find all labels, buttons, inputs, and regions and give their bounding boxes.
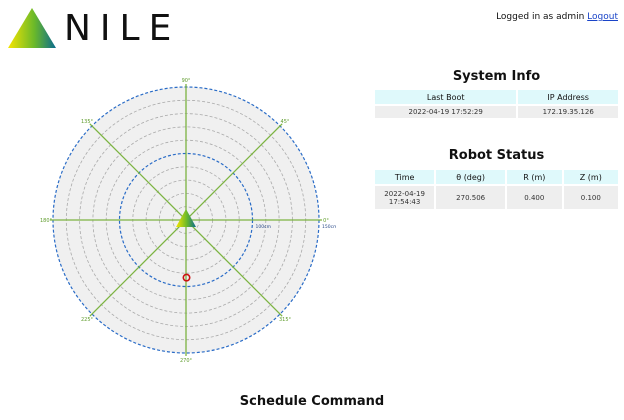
polar-position-chart[interactable]: 0° 45° 90° 135° 180° 225° 270° 315° 150cm 100cm	[36, 70, 336, 370]
theta-value: 270.506	[436, 186, 506, 209]
header-theta: θ (deg)	[436, 170, 506, 184]
system-info-panel: System Info Last Boot IP Address 2022-04…	[373, 69, 620, 120]
nile-logo: NILE	[6, 6, 171, 50]
header-z: Z (m)	[563, 170, 618, 184]
angle-label: 90°	[182, 78, 191, 84]
system-info-title: System Info	[452, 69, 541, 84]
schedule-command-title: Schedule Command	[239, 394, 385, 409]
robot-status-panel: Robot Status Time θ (deg) R (m) Z (m) 20…	[373, 148, 620, 211]
brand-name: NILE	[64, 8, 181, 49]
angle-label: 135°	[81, 119, 94, 125]
angle-label: 315°	[279, 317, 292, 323]
header-ip-address: IP Address	[518, 90, 618, 104]
header-r: R (m)	[507, 170, 562, 184]
triangle-logo-icon	[8, 8, 56, 48]
radius-label: 150cm	[322, 224, 336, 230]
last-boot-value: 2022-04-19 17:52:29	[375, 106, 517, 118]
time-value: 2022-04-19 17:54:43	[375, 186, 435, 209]
system-info-table: Last Boot IP Address 2022-04-19 17:52:29…	[373, 88, 620, 120]
r-value: 0.400	[507, 186, 562, 209]
header-time: Time	[375, 170, 435, 184]
header-last-boot: Last Boot	[375, 90, 517, 104]
angle-label: 225°	[81, 317, 94, 323]
z-value: 0.100	[563, 186, 618, 209]
ip-address-value: 172.19.35.126	[518, 106, 618, 118]
table-row: 2022-04-19 17:54:43 270.506 0.400 0.100	[375, 186, 618, 209]
login-text: Logged in as admin	[496, 12, 585, 22]
robot-status-table: Time θ (deg) R (m) Z (m) 2022-04-19 17:5…	[373, 168, 620, 211]
logout-link[interactable]: Logout	[587, 12, 618, 22]
login-status: Logged in as admin Logout	[496, 12, 618, 22]
robot-status-title: Robot Status	[448, 148, 545, 163]
radius-label: 100cm	[256, 224, 271, 230]
angle-label: 270°	[180, 358, 193, 364]
angle-label: 45°	[281, 119, 290, 125]
table-row: 2022-04-19 17:52:29 172.19.35.126	[375, 106, 618, 118]
angle-label: 180°	[40, 218, 53, 224]
angle-label: 0°	[323, 218, 329, 224]
